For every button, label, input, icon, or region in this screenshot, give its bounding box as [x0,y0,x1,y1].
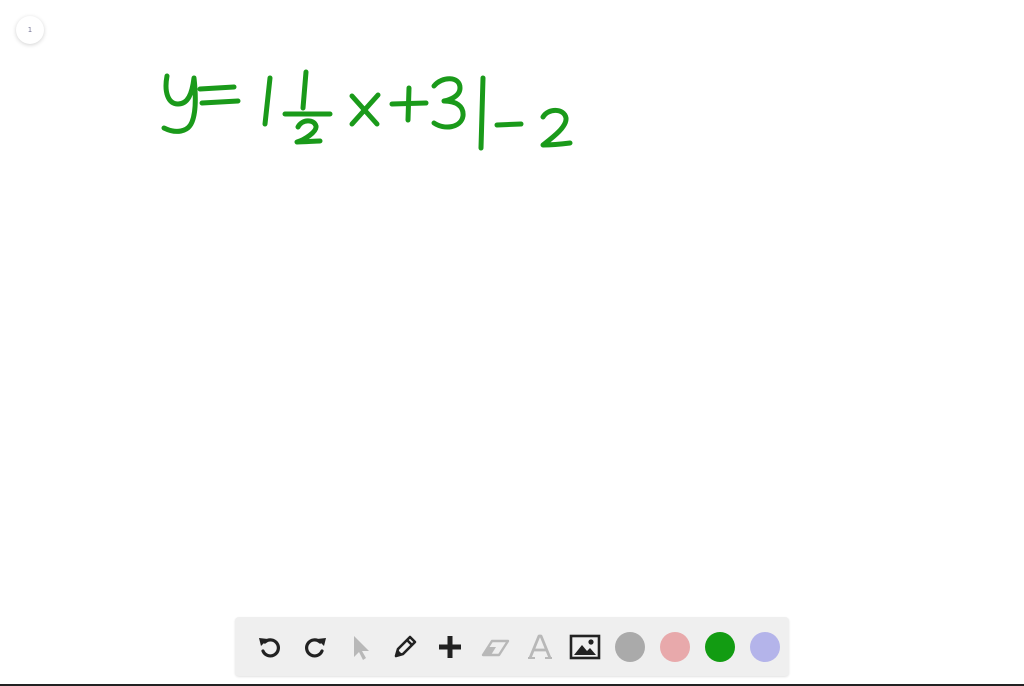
image-tool-button[interactable] [562,624,607,669]
stroke-abs-right [478,75,486,151]
color-swatch-gray [614,631,645,662]
stroke-y [161,73,198,134]
color-swatch-pink [659,631,690,662]
color-pink-button[interactable] [652,624,697,669]
redo-icon [304,637,326,658]
eraser-icon [481,639,509,656]
stroke-abs-left [262,75,273,127]
add-button[interactable] [427,624,472,669]
handwritten-equation [161,69,573,151]
text-tool-button[interactable] [517,624,562,669]
pencil-icon [394,635,416,657]
stroke-two [540,107,573,148]
pen-tool-button[interactable] [382,624,427,669]
undo-button[interactable] [247,624,292,669]
stroke-equals-bottom [199,98,241,106]
stroke-plus-v [405,85,412,123]
text-a-icon [527,634,552,659]
plus-icon [438,635,461,658]
cursor-arrow-icon [353,635,369,660]
stroke-equals-top [197,84,237,92]
select-tool-button[interactable] [337,624,382,669]
color-swatch-green [704,631,735,662]
stroke-numerator-one [300,69,309,111]
undo-icon [258,637,280,658]
stroke-denominator-two [294,118,323,145]
redo-button[interactable] [292,624,337,669]
drawing-toolbar [235,617,789,676]
whiteboard-canvas[interactable]: 1 [0,0,1024,686]
stroke-three [431,76,466,130]
eraser-tool-button[interactable] [472,624,517,669]
stroke-minus [494,121,524,128]
color-green-button[interactable] [697,624,742,669]
equation-strokes [161,69,573,151]
color-gray-button[interactable] [607,624,652,669]
image-icon [569,634,600,659]
color-swatch-lavender [749,631,780,662]
color-lavender-button[interactable] [742,624,787,669]
